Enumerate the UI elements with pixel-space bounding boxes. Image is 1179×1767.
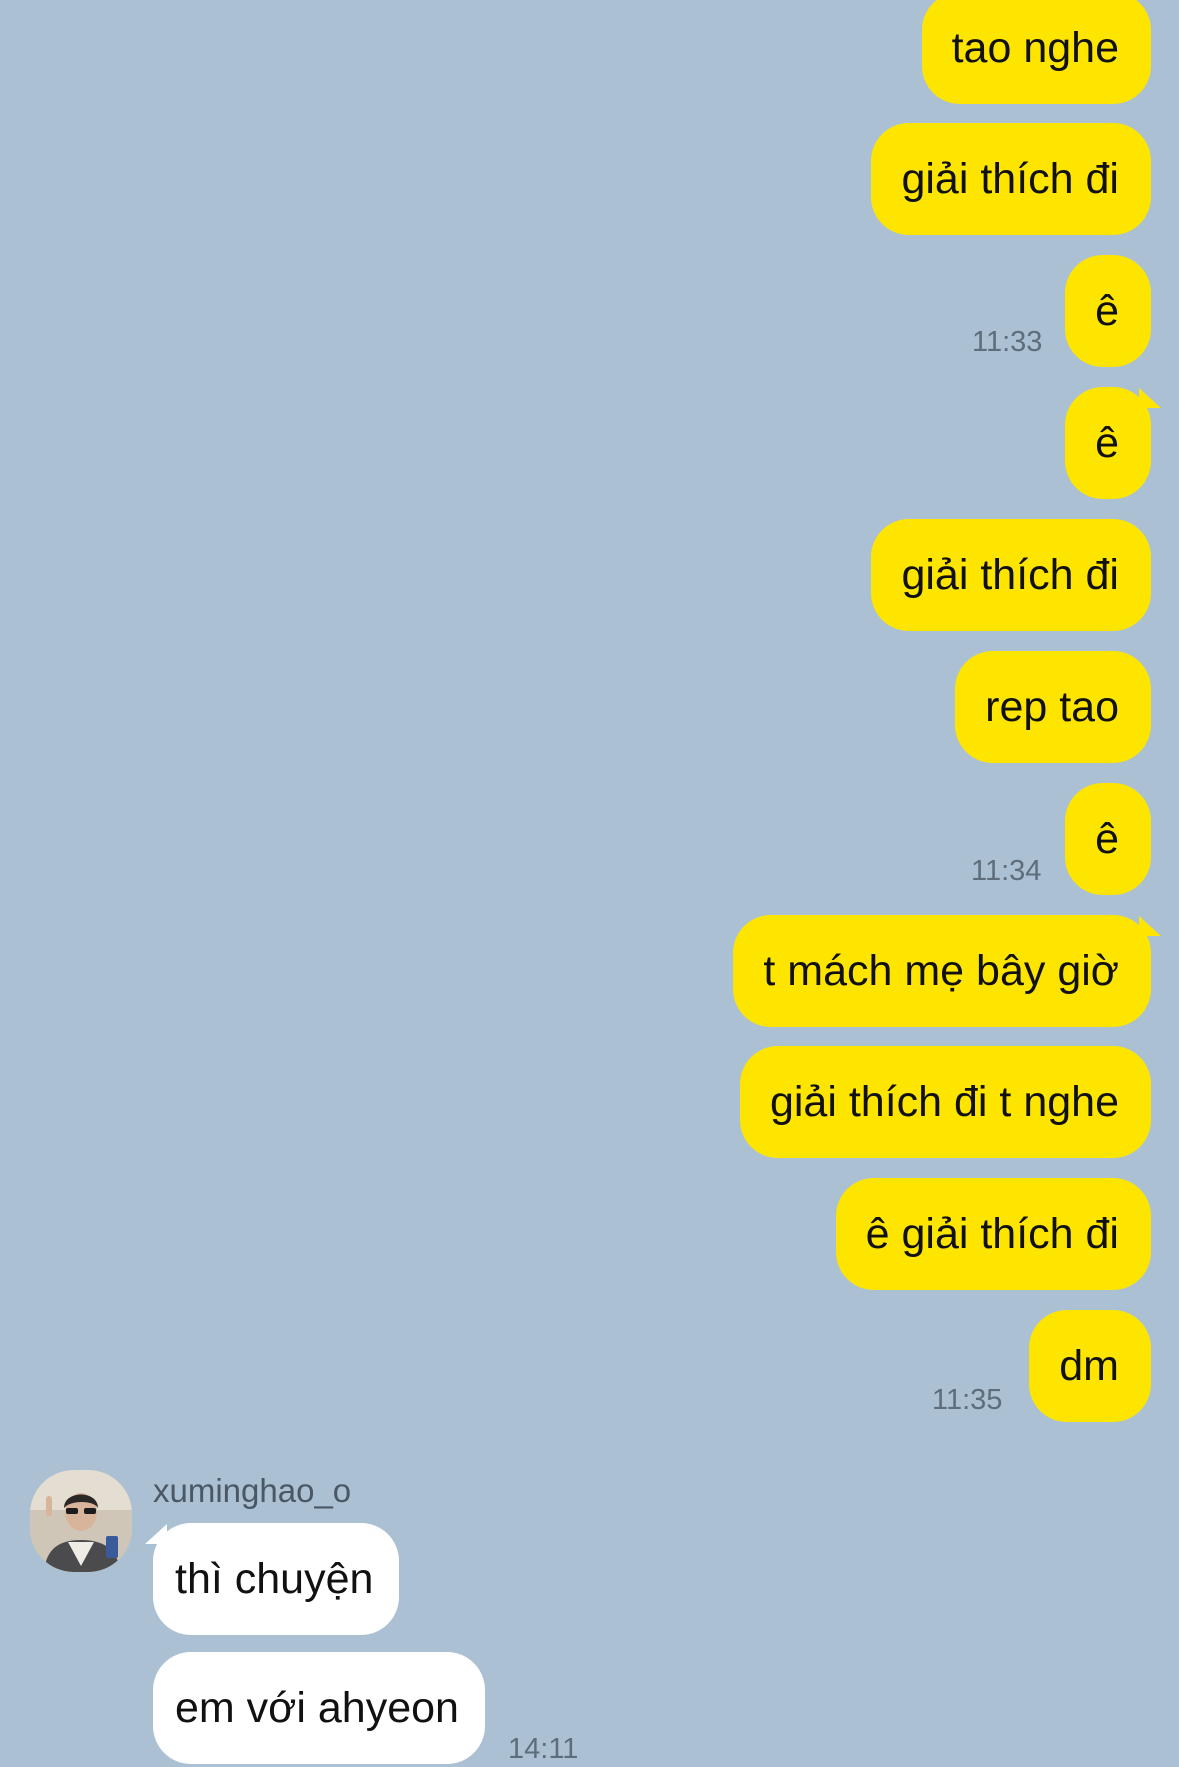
my-message-bubble[interactable]: t mách mẹ bây giờ [733, 915, 1151, 1027]
my-message-bubble[interactable]: ê [1065, 255, 1151, 367]
my-message-bubble[interactable]: giải thích đi [871, 123, 1151, 235]
their-message-bubble[interactable]: em với ahyeon [153, 1652, 485, 1764]
their-message-bubble[interactable]: thì chuyện [153, 1523, 400, 1635]
message-timestamp: 11:34 [971, 855, 1042, 887]
my-message-bubble[interactable]: ê [1065, 387, 1151, 499]
profile-photo-icon [30, 1470, 132, 1572]
my-message-bubble[interactable]: giải thích đi t nghe [739, 1046, 1151, 1158]
my-message-bubble[interactable]: ê giải thích đi [835, 1178, 1151, 1290]
chat-thread[interactable]: tao nghe giải thích đi ê 11:33 ê giải th… [0, 0, 1179, 1767]
message-timestamp: 11:35 [932, 1384, 1003, 1416]
my-message-bubble[interactable]: ê [1065, 783, 1151, 895]
message-timestamp: 14:11 [508, 1733, 579, 1765]
my-message-bubble[interactable]: dm [1029, 1310, 1151, 1422]
my-message-bubble[interactable]: giải thích đi [871, 519, 1151, 631]
message-timestamp: 11:33 [972, 326, 1043, 358]
my-message-bubble[interactable]: tao nghe [921, 0, 1151, 104]
my-message-bubble[interactable]: rep tao [955, 651, 1151, 763]
contact-avatar[interactable] [30, 1470, 132, 1572]
contact-username: xuminghao_o [153, 1472, 352, 1509]
